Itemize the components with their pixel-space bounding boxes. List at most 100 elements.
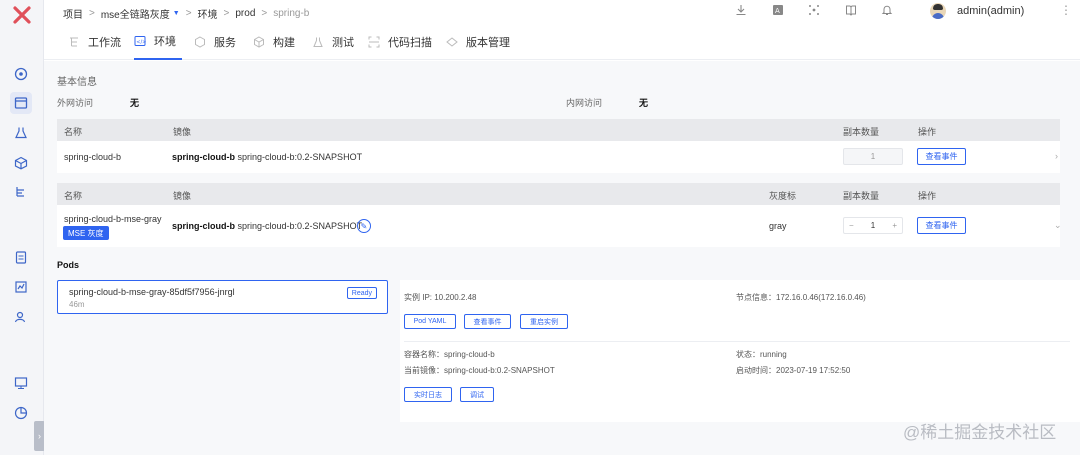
tab-label: 服务 [214,37,236,49]
replica-stepper[interactable]: − 1 + [843,217,903,234]
monitor-icon[interactable] [10,372,32,394]
restart-instance-button[interactable]: 重启实例 [520,314,568,329]
table-row[interactable]: spring-cloud-b-mse-gray MSE 灰度 spring-cl… [57,205,1062,247]
service-icon [194,36,206,48]
build-icon [253,36,265,48]
section-title: 基本信息 [57,77,97,88]
user-name: admin(admin) [957,5,1025,17]
external-access-value: 无 [130,98,140,108]
table-header: 名称 镜像 灰度标 副本数量 操作 [57,183,1060,205]
container-state: 状态：running [736,350,787,359]
translate-icon[interactable]: A [772,4,784,19]
external-access-label: 外网访问 [57,98,94,108]
sparkle-icon[interactable] [808,4,820,19]
external-access: 外网访问 无 [57,96,139,109]
tab-workflow[interactable]: 工作流 [68,24,121,60]
breadcrumb-service: spring-b [273,8,310,19]
watermark: @稀土掘金技术社区 [903,423,1057,442]
chevron-right-icon[interactable]: › [1055,151,1058,161]
tab-environment[interactable]: </> 环境 [134,24,182,60]
tab-code-scan[interactable]: 代码扫描 [368,24,432,60]
bell-icon[interactable] [881,4,893,19]
caret-down-icon[interactable]: ▼ [173,10,180,17]
column-replicas: 副本数量 [843,191,880,201]
tab-version[interactable]: 版本管理 [446,24,510,60]
tab-service[interactable]: 服务 [194,24,236,60]
replica-value: 1 [870,152,876,161]
pod-detail-panel: 实例 IP: 10.200.2.48 节点信息：172.16.0.46(172.… [400,280,1080,422]
image-name: spring-cloud-b [172,221,235,231]
breadcrumb: 项目 > mse全链路灰度 ▼ > 环境 > prod > spring-b [63,6,309,21]
version-icon [446,36,458,48]
node-info: 节点信息：172.16.0.46(172.16.0.46) [736,293,866,302]
view-events-button[interactable]: 查看事件 [917,148,966,165]
tab-build[interactable]: 构建 [253,24,295,60]
chevron-down-icon[interactable]: ⌄ [1054,220,1062,231]
project-icon[interactable] [10,92,32,114]
book-icon[interactable] [845,4,857,19]
image-cell: spring-cloud-b spring-cloud-b:0.2-SNAPSH… [172,221,362,231]
image-tag: spring-cloud-b:0.2-SNAPSHOT [237,221,363,231]
dashboard-icon[interactable] [10,63,32,85]
top-bar: 项目 > mse全链路灰度 ▼ > 环境 > prod > spring-b A… [44,0,1080,24]
image-name: spring-cloud-b [172,152,235,162]
view-events-button[interactable]: 查看事件 [917,217,966,234]
divider [404,341,1070,342]
view-events-button[interactable]: 查看事件 [464,314,511,329]
breadcrumb-separator: > [223,8,230,19]
pod-yaml-button[interactable]: Pod YAML [404,314,456,329]
workflow-icon [68,36,80,48]
report-icon[interactable] [10,276,32,298]
avatar [930,3,946,19]
live-logs-button[interactable]: 实时日志 [404,387,452,402]
tab-test[interactable]: 测试 [312,24,354,60]
users-icon[interactable] [10,306,32,328]
replica-stepper-disabled: 1 [843,148,903,165]
instance-ip: 实例 IP: 10.200.2.48 [404,293,477,302]
tab-label: 版本管理 [466,37,510,49]
code-scan-icon [368,36,380,48]
column-image: 镜像 [173,127,192,137]
tab-label: 代码扫描 [388,37,432,49]
plus-icon[interactable]: + [892,221,897,230]
more-vertical-icon[interactable]: ⋮ [1060,3,1072,17]
current-image: 当前镜像：spring-cloud-b:0.2-SNAPSHOT [404,366,555,375]
breadcrumb-project[interactable]: 项目 [63,6,83,21]
pods-title: Pods [57,260,80,270]
tab-label: 构建 [273,37,295,49]
replica-value[interactable]: 1 [871,221,875,230]
internal-access-label: 内网访问 [566,98,603,108]
environment-icon: </> [134,35,146,47]
breadcrumb-env-name[interactable]: prod [235,8,255,19]
breadcrumb-separator: > [185,8,192,19]
column-replicas: 副本数量 [843,127,880,137]
service-name: spring-cloud-b-mse-gray [64,214,162,224]
flask-icon[interactable] [10,122,32,144]
service-name: spring-cloud-b [64,152,122,162]
container-name: 容器名称：spring-cloud-b [404,350,495,359]
svg-text:</>: </> [136,40,146,46]
clipboard-icon[interactable] [10,246,32,268]
table-row[interactable]: spring-cloud-b spring-cloud-b spring-clo… [57,141,1060,173]
breadcrumb-separator: > [89,8,95,19]
column-ops: 操作 [918,191,937,201]
logo-icon[interactable] [12,5,32,25]
debug-button[interactable]: 调试 [460,387,494,402]
column-name: 名称 [64,191,83,201]
pod-card[interactable]: spring-cloud-b-mse-gray-85df5f7956-jnrgl… [57,280,388,314]
breadcrumb-project-name[interactable]: mse全链路灰度 [101,6,170,21]
minus-icon[interactable]: − [849,221,854,230]
edit-icon[interactable]: ✎ [357,219,371,233]
column-ops: 操作 [918,127,937,137]
tab-label: 测试 [332,37,354,49]
user-menu[interactable]: admin(admin) [930,3,1024,19]
package-icon[interactable] [10,152,32,174]
main-content: 基本信息 外网访问 无 内网访问 无 名称 镜像 副本数量 操作 spring-… [44,61,1080,455]
breadcrumb-environment[interactable]: 环境 [198,6,218,21]
left-rail: › [0,0,45,455]
download-icon[interactable] [735,4,747,19]
internal-access-value: 无 [639,98,649,108]
tree-icon[interactable] [10,181,32,203]
pie-chart-icon[interactable] [10,402,32,424]
svg-text:A: A [775,7,780,15]
